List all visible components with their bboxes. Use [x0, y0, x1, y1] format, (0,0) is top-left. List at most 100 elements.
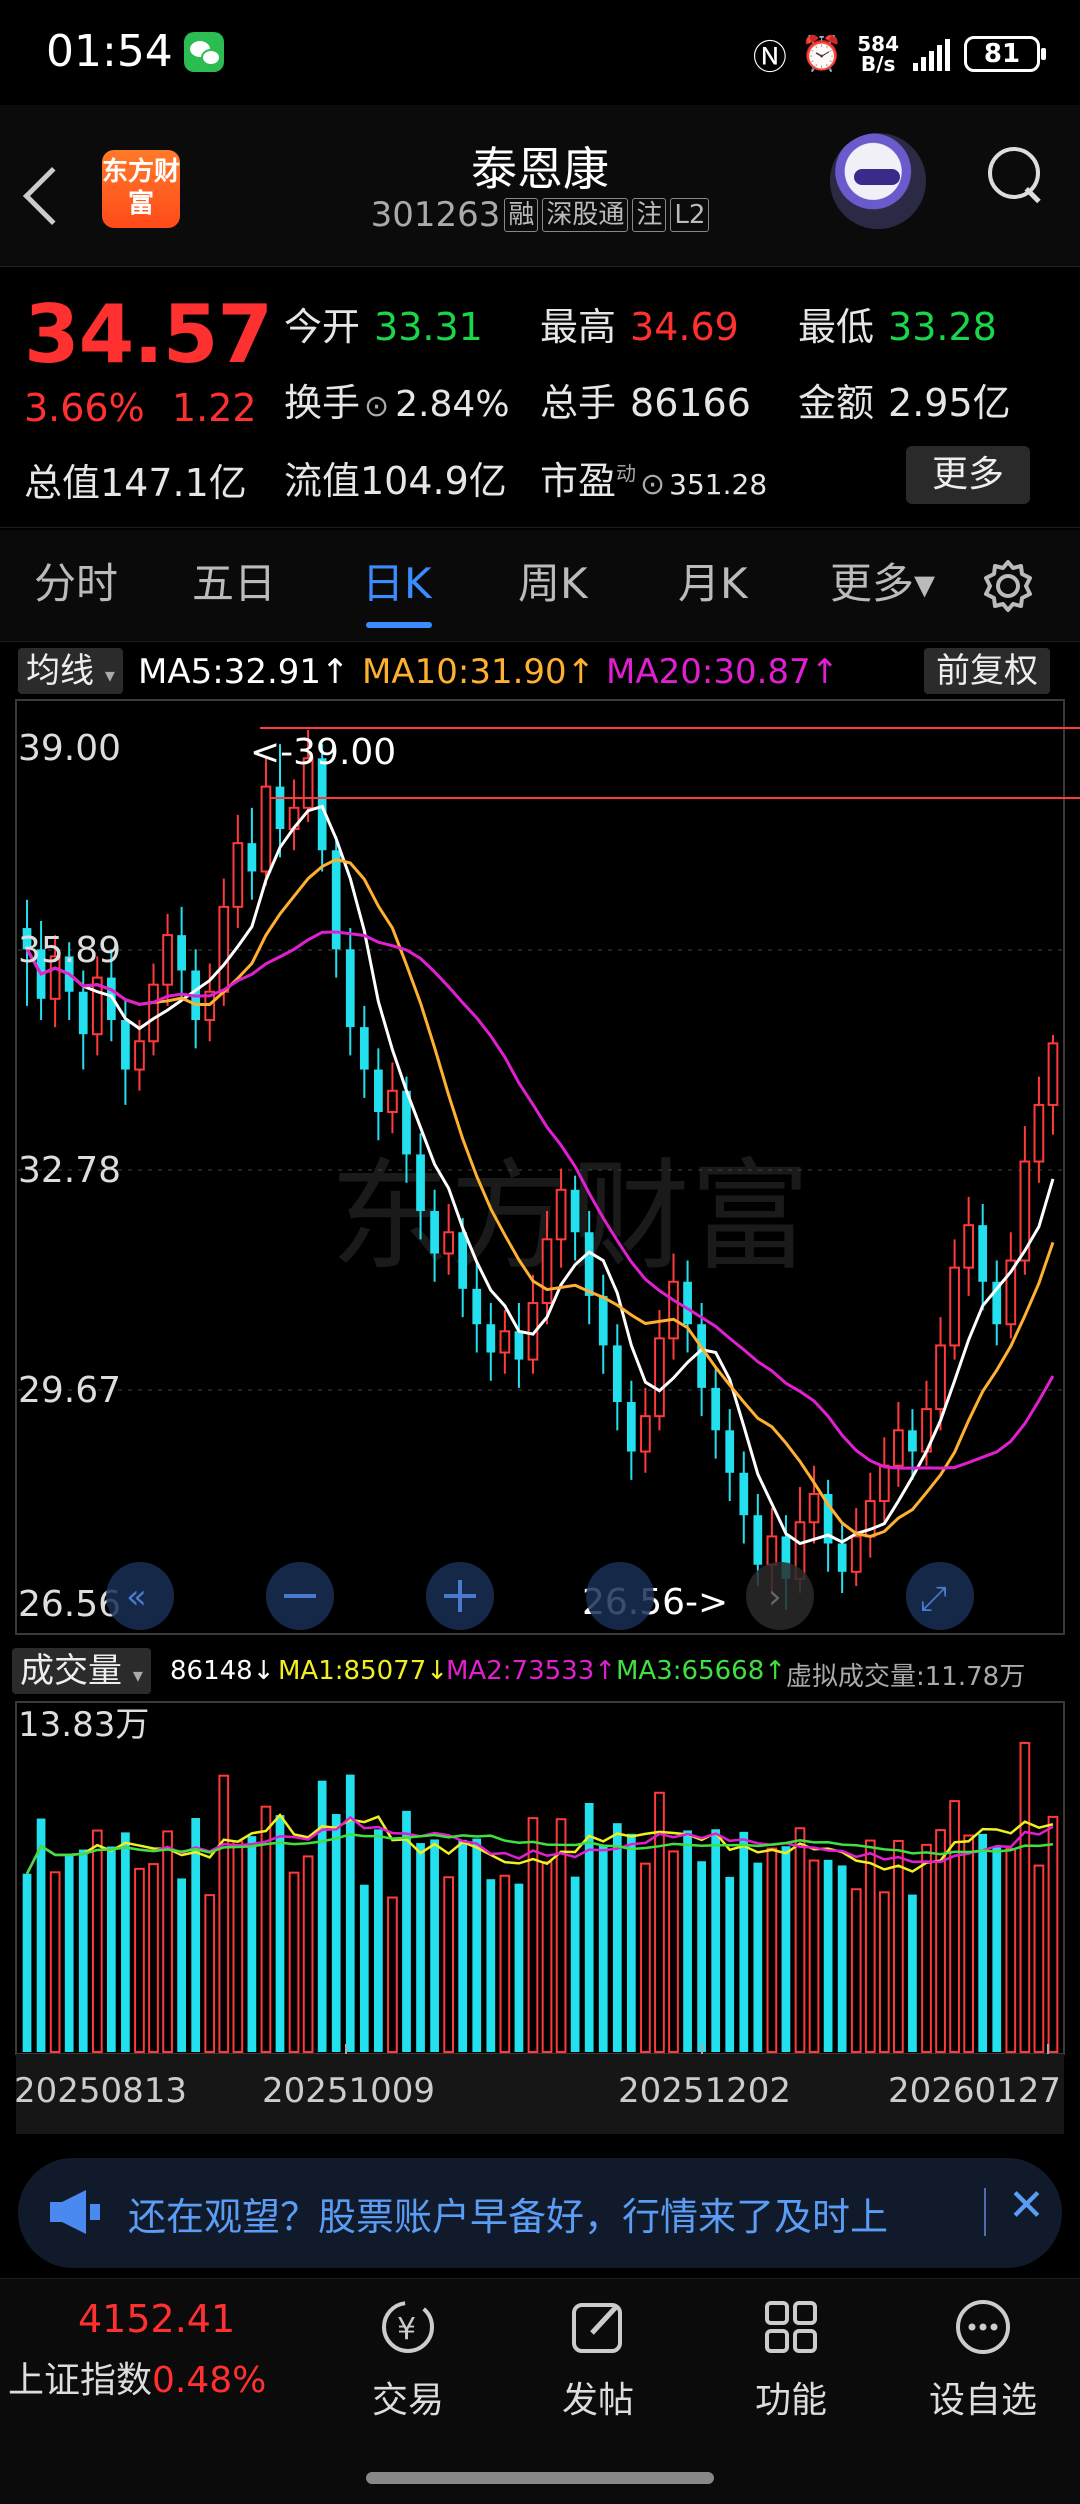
tab-intraday[interactable]: 分时 — [34, 550, 118, 611]
stock-header: 东方财富 泰恩康 301263 融深股通注 L2 — [0, 105, 1080, 267]
candle — [430, 1211, 439, 1254]
volume-bar — [1033, 1864, 1045, 2053]
high-stat: 最高 34.69 — [540, 305, 739, 349]
search-icon[interactable] — [986, 145, 1044, 207]
banner-text: 还在观望？股票账户早备好，行情来了及时上 — [128, 2195, 889, 2239]
change-percent: 3.66% — [24, 386, 145, 430]
index-name[interactable]: 上证指数0.48% — [8, 2351, 266, 2403]
clock: 01:54 — [46, 26, 173, 77]
volume-bar — [134, 1867, 145, 2053]
volume-bar — [949, 1800, 960, 2054]
volume-bar — [992, 1847, 1002, 2052]
volume-stat: 总手 86166 — [540, 381, 751, 425]
volume-bar — [121, 1832, 130, 2052]
candle — [753, 1515, 763, 1565]
volume-bar — [612, 1823, 622, 2052]
y-axis-label: 35.89 — [18, 930, 121, 971]
volume-bar — [978, 1833, 988, 2052]
volume-bar — [711, 1829, 721, 2052]
svg-text:¥: ¥ — [397, 2312, 416, 2347]
volume-bar — [514, 1883, 524, 2052]
stock-code: 301263 — [370, 195, 501, 235]
volume-bar — [402, 1810, 411, 2052]
volume-bar — [148, 1863, 159, 2053]
close-icon[interactable]: ✕ — [1008, 2180, 1045, 2231]
gear-icon[interactable] — [980, 558, 1036, 614]
nav-functions[interactable]: 功能 — [726, 2297, 856, 2423]
tab-daily-k[interactable]: 日K — [362, 550, 432, 611]
candle — [541, 1238, 553, 1304]
volume-bar — [177, 1878, 186, 2052]
volume-chart[interactable]: 13.83万 20250813 20251009 20251202 202601… — [0, 1700, 1080, 2140]
candle — [247, 843, 257, 872]
volume-bar — [91, 1829, 103, 2053]
candle — [584, 1232, 594, 1296]
volume-bar — [878, 1891, 890, 2053]
tab-weekly-k[interactable]: 周K — [518, 550, 588, 611]
volume-indicator-button[interactable]: 成交量 ▾ — [12, 1648, 151, 1694]
volume-bar — [247, 1836, 257, 2052]
candle — [374, 1069, 383, 1112]
candle — [978, 1225, 988, 1282]
max-marker: <-39.00 — [250, 732, 396, 773]
candle — [668, 1280, 679, 1340]
candle — [683, 1281, 692, 1325]
kline-chart[interactable]: 东方财富 39.0035.8932.7829.6726.56 <-39.00 2… — [0, 698, 1080, 1638]
candle — [387, 1089, 398, 1113]
megaphone-icon — [50, 2190, 100, 2234]
tab-more[interactable]: 更多▾ — [830, 550, 935, 611]
volume-bar — [317, 1780, 327, 2052]
battery-icon: 81 — [964, 36, 1046, 72]
nav-post[interactable]: 发帖 — [533, 2297, 663, 2423]
volume-bar — [541, 1861, 553, 2053]
tab-five-day[interactable]: 五日 — [192, 550, 276, 611]
candle — [725, 1430, 735, 1473]
watermark: 东方财富 — [330, 1148, 810, 1287]
tag-registration: 注 — [632, 198, 667, 232]
y-axis-label: 32.78 — [18, 1150, 121, 1191]
candle — [232, 842, 244, 908]
draw-tool-button[interactable] — [586, 1562, 654, 1630]
y-axis-label: 26.56 — [18, 1584, 121, 1625]
candle — [331, 850, 341, 950]
volume-bar — [908, 1894, 917, 2052]
candle — [935, 1344, 946, 1411]
volume-bar — [725, 1876, 735, 2052]
minus-icon — [284, 1594, 316, 1598]
candle — [443, 1231, 455, 1255]
nav-trade[interactable]: ¥ 交易 — [343, 2297, 473, 2423]
date-label-1: 20250813 — [14, 2071, 187, 2111]
assistant-robot-icon[interactable] — [830, 133, 926, 229]
promo-banner[interactable]: 还在观望？股票账户早备好，行情来了及时上 ✕ — [18, 2158, 1062, 2268]
plus-icon — [458, 1580, 462, 1612]
volume-bar — [935, 1829, 946, 2053]
nav-add-watchlist[interactable]: 设自选 — [918, 2297, 1048, 2423]
candle — [850, 1535, 862, 1573]
candle — [808, 1492, 820, 1524]
adjust-button[interactable]: 前复权 — [924, 648, 1050, 694]
candle — [260, 785, 272, 873]
bottom-nav: 4152.41 上证指数0.48% ¥ 交易 发帖 功能 设自选 — [0, 2278, 1080, 2504]
volume-bar — [359, 1884, 369, 2052]
volume-bar — [288, 1871, 300, 2053]
volume-bar — [823, 1859, 833, 2052]
candle — [1047, 1042, 1059, 1106]
volume-bar — [275, 1815, 285, 2052]
total-market-cap: 总值147.1亿 — [24, 461, 247, 505]
volume-bar — [753, 1862, 763, 2052]
candle — [640, 1415, 651, 1453]
index-value[interactable]: 4152.41 — [78, 2297, 235, 2341]
volume-bar — [1005, 1847, 1017, 2053]
volume-bar — [766, 1847, 778, 2053]
date-label-4: 20260127 — [888, 2071, 1061, 2111]
more-stats-button[interactable]: 更多 — [906, 446, 1030, 504]
tab-monthly-k[interactable]: 月K — [678, 550, 748, 611]
candle — [697, 1324, 706, 1388]
candle — [711, 1387, 721, 1431]
candle — [416, 1154, 425, 1212]
ma-indicator-button[interactable]: 均线 ▾ — [18, 648, 123, 694]
volume-bar — [430, 1839, 439, 2052]
candle — [148, 983, 159, 1043]
candle — [177, 935, 186, 971]
volume-bar — [499, 1874, 511, 2053]
